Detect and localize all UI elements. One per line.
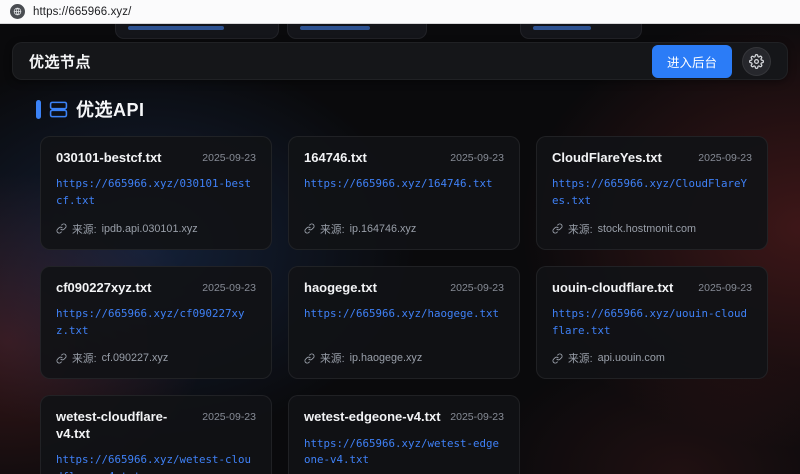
api-section-header: 优选API [36, 96, 800, 122]
api-card: wetest-edgeone-v4.txt 2025-09-23 https:/… [288, 395, 520, 474]
card-url-link[interactable]: https://665966.xyz/164746.txt [304, 176, 504, 193]
link-icon [56, 353, 67, 364]
card-url-link[interactable]: https://665966.xyz/wetest-edgeone-v4.txt [304, 436, 504, 469]
card-source: stock.hostmonit.com [598, 223, 696, 235]
card-source-label: 来源: [320, 350, 345, 366]
card-source-row: 来源: ip.haogege.xyz [304, 339, 504, 366]
card-date: 2025-09-23 [450, 411, 504, 423]
api-card-grid: 030101-bestcf.txt 2025-09-23 https://665… [0, 134, 800, 474]
cutoff-link-fragment [300, 26, 370, 30]
card-date: 2025-09-23 [450, 282, 504, 294]
card-date: 2025-09-23 [202, 411, 256, 423]
card-source-row: 来源: stock.hostmonit.com [552, 210, 752, 237]
api-card: cf090227xyz.txt 2025-09-23 https://66596… [40, 266, 272, 380]
card-header-row: wetest-edgeone-v4.txt 2025-09-23 [304, 409, 504, 425]
card-header-row: cf090227xyz.txt 2025-09-23 [56, 280, 256, 296]
card-url-link[interactable]: https://665966.xyz/haogege.txt [304, 306, 504, 323]
enter-admin-button[interactable]: 进入后台 [652, 45, 732, 78]
card-filename: wetest-edgeone-v4.txt [304, 409, 441, 425]
site-info-icon[interactable] [10, 4, 25, 19]
card-date: 2025-09-23 [450, 152, 504, 164]
card-url-link[interactable]: https://665966.xyz/030101-bestcf.txt [56, 176, 256, 209]
card-header-row: haogege.txt 2025-09-23 [304, 280, 504, 296]
cutoff-card-stub [520, 24, 642, 39]
card-source-label: 来源: [72, 221, 97, 237]
card-filename: CloudFlareYes.txt [552, 150, 662, 166]
card-filename: 164746.txt [304, 150, 367, 166]
card-source: ip.haogege.xyz [350, 352, 423, 364]
card-url-link[interactable]: https://665966.xyz/uouin-cloudflare.txt [552, 306, 752, 339]
server-stack-icon [49, 100, 68, 119]
card-source-row: 来源: ipdb.api.030101.xyz [56, 210, 256, 237]
card-source-label: 来源: [568, 221, 593, 237]
card-header-row: 164746.txt 2025-09-23 [304, 150, 504, 166]
card-filename: haogege.txt [304, 280, 377, 296]
settings-button[interactable] [742, 47, 771, 76]
card-date: 2025-09-23 [698, 152, 752, 164]
page-header: 优选节点 进入后台 [12, 42, 788, 80]
cutoff-link-fragment [128, 26, 224, 30]
card-filename: uouin-cloudflare.txt [552, 280, 673, 296]
card-source-row: 来源: api.uouin.com [552, 339, 752, 366]
page-title: 优选节点 [29, 51, 91, 72]
card-header-row: uouin-cloudflare.txt 2025-09-23 [552, 280, 752, 296]
card-filename: cf090227xyz.txt [56, 280, 151, 296]
card-source-row: 来源: cf.090227.xyz [56, 339, 256, 366]
card-date: 2025-09-23 [202, 152, 256, 164]
card-source-label: 来源: [568, 350, 593, 366]
card-source: ip.164746.xyz [350, 223, 417, 235]
link-icon [304, 353, 315, 364]
api-card: 030101-bestcf.txt 2025-09-23 https://665… [40, 136, 272, 250]
card-url-link[interactable]: https://665966.xyz/CloudFlareYes.txt [552, 176, 752, 209]
card-filename: 030101-bestcf.txt [56, 150, 162, 166]
browser-address-bar: https://665966.xyz/ [0, 0, 800, 24]
api-card: wetest-cloudflare-v4.txt 2025-09-23 http… [40, 395, 272, 474]
card-header-row: CloudFlareYes.txt 2025-09-23 [552, 150, 752, 166]
card-url-link[interactable]: https://665966.xyz/wetest-cloudflare-v4.… [56, 452, 256, 474]
card-filename: wetest-cloudflare-v4.txt [56, 409, 194, 442]
api-card: uouin-cloudflare.txt 2025-09-23 https://… [536, 266, 768, 380]
card-date: 2025-09-23 [202, 282, 256, 294]
card-header-row: 030101-bestcf.txt 2025-09-23 [56, 150, 256, 166]
api-card: haogege.txt 2025-09-23 https://665966.xy… [288, 266, 520, 380]
cutoff-link-fragment [533, 26, 591, 30]
link-icon [552, 223, 563, 234]
card-source: ipdb.api.030101.xyz [102, 223, 198, 235]
card-url-link[interactable]: https://665966.xyz/cf090227xyz.txt [56, 306, 256, 339]
section-title: 优选API [76, 96, 145, 122]
card-source-label: 来源: [320, 221, 345, 237]
cutoff-card-stub [287, 24, 427, 39]
card-source: api.uouin.com [598, 352, 665, 364]
link-icon [304, 223, 315, 234]
api-card: 164746.txt 2025-09-23 https://665966.xyz… [288, 136, 520, 250]
page: https://665966.xyz/ 优选节点 进入后台 优选API 0301… [0, 0, 800, 474]
link-icon [552, 353, 563, 364]
card-date: 2025-09-23 [698, 282, 752, 294]
card-header-row: wetest-cloudflare-v4.txt 2025-09-23 [56, 409, 256, 442]
card-source-row: 来源: ip.164746.xyz [304, 210, 504, 237]
link-icon [56, 223, 67, 234]
address-url[interactable]: https://665966.xyz/ [33, 6, 131, 18]
accent-bar [36, 100, 41, 119]
api-card: CloudFlareYes.txt 2025-09-23 https://665… [536, 136, 768, 250]
cutoff-card-stub [115, 24, 279, 39]
card-source-label: 来源: [72, 350, 97, 366]
card-source: cf.090227.xyz [102, 352, 169, 364]
gear-icon [749, 54, 764, 69]
